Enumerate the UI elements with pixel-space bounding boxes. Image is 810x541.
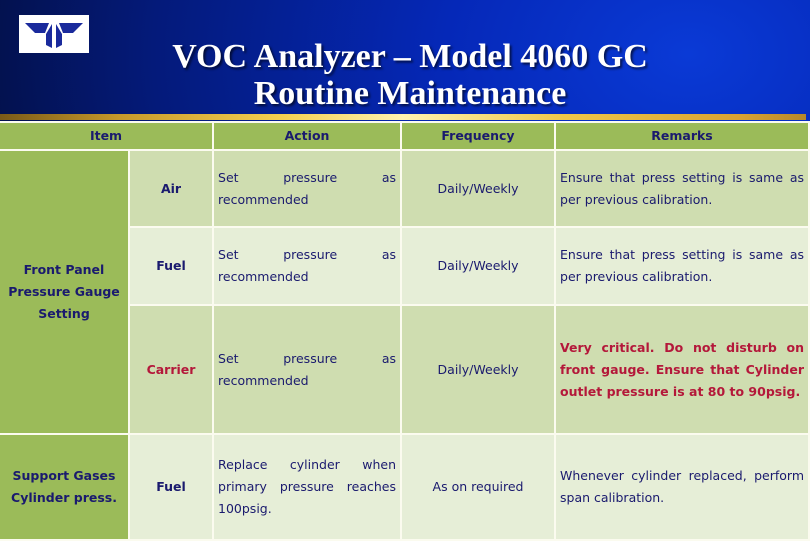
sub-item: Fuel (130, 228, 213, 304)
sub-item-critical: Carrier (130, 306, 213, 433)
action-cell: Set pressure as recommended (214, 228, 401, 304)
table-row: Front Panel Pressure Gauge Setting Air S… (0, 151, 809, 433)
title-line-2: Routine Maintenance (253, 75, 567, 112)
frequency-cell: Daily/Weekly (402, 306, 555, 433)
frequency-cell: As on required (402, 435, 555, 539)
column-header-frequency: Frequency (402, 123, 555, 149)
sub-item: Air (130, 151, 213, 226)
table-row: Support Gases Cylinder press. Fuel Repla… (0, 435, 809, 539)
frequency-cell: Daily/Weekly (402, 151, 555, 226)
column-header-remarks: Remarks (556, 123, 809, 149)
item-category: Front Panel Pressure Gauge Setting (0, 151, 128, 433)
title-divider (0, 114, 806, 120)
page-title: VOC Analyzer – Model 4060 GC Routine Mai… (60, 38, 760, 112)
column-header-action: Action (214, 123, 401, 149)
table-header-row: Item Action Frequency Remarks (0, 123, 809, 149)
remarks-cell: Ensure that press setting is same as per… (556, 151, 809, 226)
action-cell: Set pressure as recommended (214, 306, 401, 433)
remarks-cell-critical: Very critical. Do not disturb on front g… (556, 306, 809, 433)
column-header-item: Item (0, 123, 213, 149)
remarks-cell: Whenever cylinder replaced, perform span… (556, 435, 809, 539)
remarks-cell: Ensure that press setting is same as per… (556, 228, 809, 304)
action-cell: Replace cylinder when primary pressure r… (214, 435, 401, 539)
maintenance-table: Item Action Frequency Remarks Front Pane… (0, 121, 810, 541)
title-line-1: VOC Analyzer – Model 4060 GC (172, 38, 648, 75)
item-category: Support Gases Cylinder press. (0, 435, 128, 539)
frequency-cell: Daily/Weekly (402, 228, 555, 304)
action-cell: Set pressure as recommended (214, 151, 401, 226)
sub-item: Fuel (130, 435, 213, 539)
